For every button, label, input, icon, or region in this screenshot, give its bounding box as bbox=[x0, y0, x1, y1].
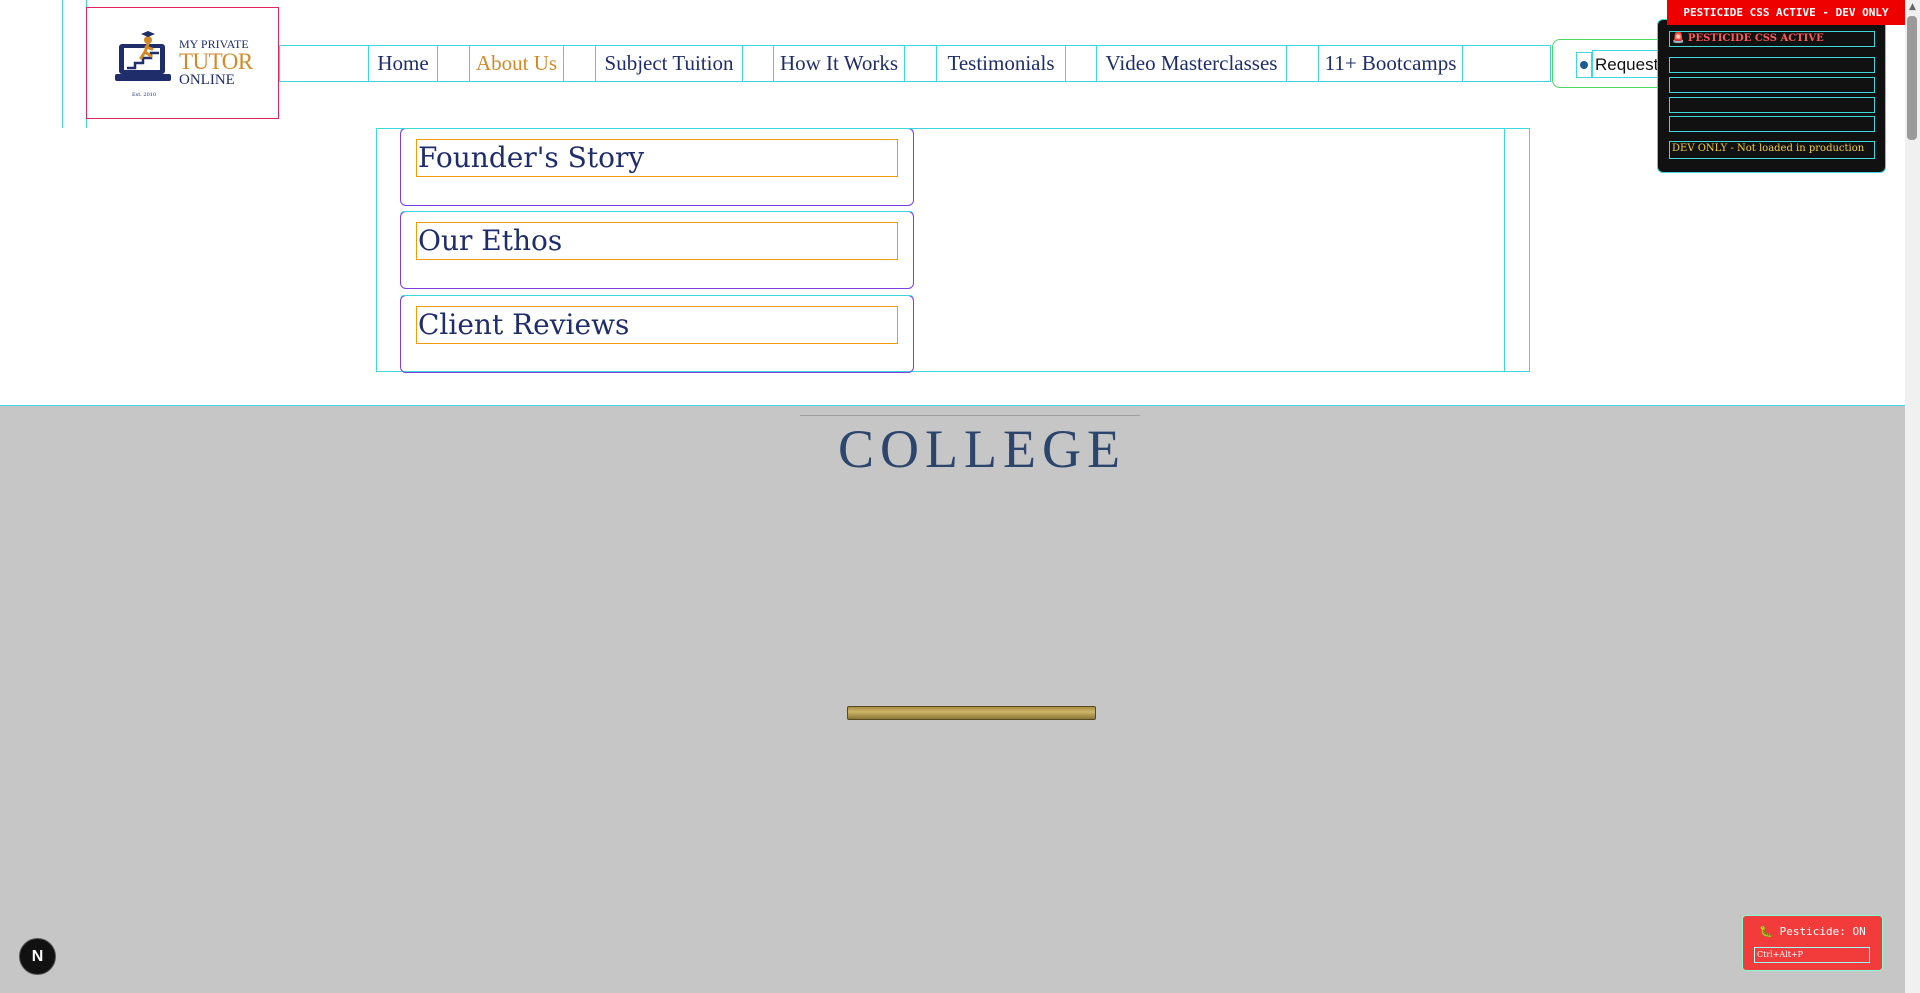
dropdown-item-label: Founder's Story bbox=[416, 139, 898, 177]
dropdown-item-founders-story[interactable]: Founder's Story bbox=[400, 128, 914, 206]
hero-gold-bar bbox=[847, 706, 1096, 720]
hero-section bbox=[0, 404, 1905, 993]
page-scrollbar[interactable] bbox=[1905, 0, 1920, 993]
request-button-label[interactable]: Request bbox=[1592, 50, 1662, 78]
pesticide-panel-note: DEV ONLY - Not loaded in production bbox=[1669, 141, 1875, 159]
dropdown-item-label: Our Ethos bbox=[416, 222, 898, 260]
tutor-laptop-icon bbox=[115, 31, 171, 81]
status-dot-icon bbox=[1576, 52, 1592, 78]
nav-subject-tuition[interactable]: Subject Tuition bbox=[595, 45, 743, 82]
pesticide-toggle-label: 🐛 Pesticide: ON bbox=[1759, 925, 1866, 938]
dropdown-item-our-ethos[interactable]: Our Ethos bbox=[400, 211, 914, 289]
nav-testimonials[interactable]: Testimonials bbox=[936, 45, 1066, 82]
pesticide-toggle-button[interactable]: 🐛 Pesticide: ON Ctrl+Alt+P bbox=[1742, 915, 1883, 971]
pesticide-banner: PESTICIDE CSS ACTIVE - DEV ONLY bbox=[1667, 0, 1905, 25]
logo-wordmark: MY PRIVATE TUTOR ONLINE bbox=[179, 38, 253, 88]
pesticide-panel-row bbox=[1669, 97, 1875, 113]
nav-video-masterclasses[interactable]: Video Masterclasses bbox=[1096, 45, 1287, 82]
nextjs-dev-badge[interactable]: N bbox=[19, 938, 56, 975]
debug-outline bbox=[1504, 128, 1505, 372]
scrollbar-thumb[interactable] bbox=[1907, 16, 1917, 140]
hero-divider bbox=[800, 409, 1140, 416]
nav-11-plus-bootcamps[interactable]: 11+ Bootcamps bbox=[1318, 45, 1463, 82]
dropdown-item-label: Client Reviews bbox=[416, 306, 898, 344]
logo-line-2: TUTOR bbox=[179, 49, 253, 74]
dropdown-item-client-reviews[interactable]: Client Reviews bbox=[400, 295, 914, 373]
pesticide-shortcut-hint: Ctrl+Alt+P bbox=[1754, 947, 1870, 963]
logo-established: Est. 2010 bbox=[132, 92, 157, 98]
pesticide-panel-row bbox=[1669, 77, 1875, 93]
debug-outline bbox=[62, 0, 63, 128]
pesticide-panel-row bbox=[1669, 57, 1875, 73]
site-logo[interactable]: MY PRIVATE TUTOR ONLINE Est. 2010 bbox=[86, 7, 279, 119]
nav-about-us[interactable]: About Us bbox=[469, 45, 564, 82]
hero-college-text: COLLEGE bbox=[838, 419, 1126, 479]
pesticide-panel-title: 🚨 PESTICIDE CSS ACTIVE bbox=[1669, 31, 1875, 47]
logo-line-3: ONLINE bbox=[179, 72, 235, 88]
nav-how-it-works[interactable]: How It Works bbox=[773, 45, 905, 82]
nav-home[interactable]: Home bbox=[368, 45, 438, 82]
scroll-up-icon[interactable]: ▲ bbox=[1905, 0, 1920, 14]
pesticide-panel-row bbox=[1669, 116, 1875, 132]
pesticide-info-panel: 🚨 PESTICIDE CSS ACTIVE DEV ONLY - Not lo… bbox=[1657, 19, 1886, 173]
